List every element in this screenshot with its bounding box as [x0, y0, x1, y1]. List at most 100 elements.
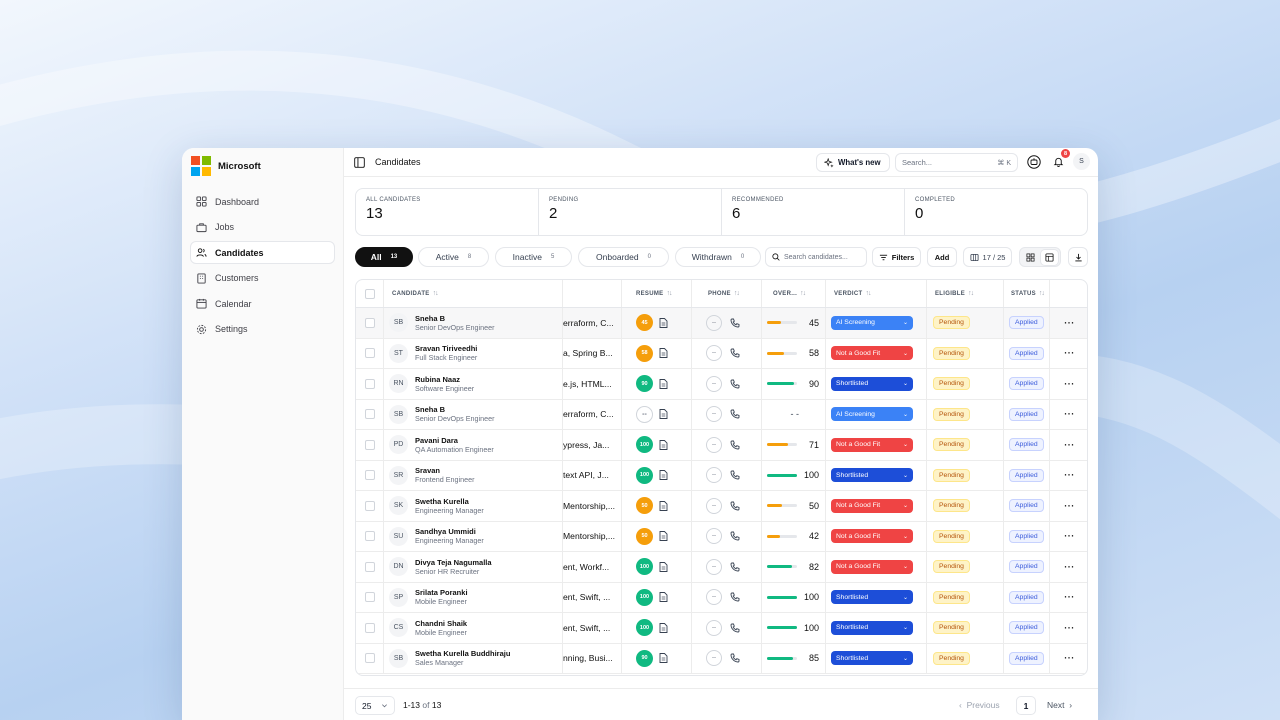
sidebar-item-dashboard[interactable]: Dashboard	[190, 190, 335, 213]
table-row[interactable]: SU Sandhya Ummidi Engineering Manager Men…	[356, 521, 1087, 552]
filters-button[interactable]: Filters	[872, 247, 921, 267]
candidate-cell[interactable]: DN Divya Teja Nagumalla Senior HR Recrui…	[384, 552, 562, 582]
more-actions-icon[interactable]: ···	[1064, 592, 1075, 602]
verdict-select[interactable]: Shortlisted ⌄	[831, 620, 913, 635]
row-checkbox[interactable]	[364, 531, 375, 542]
tab-all[interactable]: All 13	[355, 247, 413, 267]
candidate-search-input[interactable]: Search candidates...	[765, 247, 867, 267]
phone-icon[interactable]	[730, 470, 740, 480]
file-icon[interactable]	[659, 622, 668, 633]
more-actions-icon[interactable]: ···	[1064, 318, 1075, 328]
candidate-cell[interactable]: SB Sneha B Senior DevOps Engineer	[384, 400, 562, 430]
verdict-select[interactable]: Shortlisted ⌄	[831, 590, 913, 605]
sidebar-toggle-icon[interactable]	[354, 156, 365, 168]
more-actions-icon[interactable]: ···	[1064, 440, 1075, 450]
sidebar-item-settings[interactable]: Settings	[190, 318, 335, 341]
grid-view-button[interactable]	[1022, 250, 1039, 265]
file-icon[interactable]	[659, 531, 668, 542]
table-row[interactable]: SB Sneha B Senior DevOps Engineer errafor…	[356, 308, 1087, 339]
verdict-select[interactable]: AI Screening ⌄	[831, 407, 913, 422]
row-checkbox[interactable]	[364, 409, 375, 420]
verdict-select[interactable]: Shortlisted ⌄	[831, 376, 913, 391]
file-icon[interactable]	[659, 470, 668, 481]
sidebar-item-calendar[interactable]: Calendar	[190, 292, 335, 315]
more-actions-icon[interactable]: ···	[1064, 348, 1075, 358]
file-icon[interactable]	[659, 561, 668, 572]
sidebar-item-customers[interactable]: Customers	[190, 267, 335, 290]
row-checkbox[interactable]	[364, 378, 375, 389]
verdict-select[interactable]: AI Screening ⌄	[831, 315, 913, 330]
sidebar-item-jobs[interactable]: Jobs	[190, 216, 335, 239]
table-row[interactable]: DN Divya Teja Nagumalla Senior HR Recrui…	[356, 552, 1087, 583]
sidebar-item-candidates[interactable]: Candidates	[190, 241, 335, 264]
file-icon[interactable]	[659, 409, 668, 420]
candidate-cell[interactable]: SP Srilata Poranki Mobile Engineer	[384, 583, 562, 613]
row-checkbox[interactable]	[364, 317, 375, 328]
column-phone[interactable]: PHONE ↑↓	[692, 280, 762, 307]
phone-icon[interactable]	[730, 440, 740, 450]
candidate-cell[interactable]: SB Swetha Kurella Buddhiraju Sales Manag…	[384, 644, 562, 674]
user-avatar[interactable]: S	[1073, 153, 1090, 170]
tab-onboarded[interactable]: Onboarded 0	[578, 247, 669, 267]
table-row[interactable]: ST Sravan Tiriveedhi Full Stack Engineer…	[356, 338, 1087, 369]
row-checkbox[interactable]	[364, 561, 375, 572]
phone-icon[interactable]	[730, 501, 740, 511]
candidate-cell[interactable]: PD Pavani Dara QA Automation Engineer	[384, 430, 562, 460]
download-button[interactable]	[1068, 247, 1088, 267]
table-view-button[interactable]	[1041, 249, 1058, 265]
select-all-checkbox[interactable]	[364, 288, 375, 299]
phone-icon[interactable]	[730, 409, 740, 419]
verdict-select[interactable]: Not a Good Fit ⌄	[831, 529, 913, 544]
phone-icon[interactable]	[730, 531, 740, 541]
phone-icon[interactable]	[730, 379, 740, 389]
column-status[interactable]: STATUS ↑↓	[1004, 280, 1050, 307]
add-candidate-button[interactable]: Add	[927, 247, 957, 267]
more-actions-icon[interactable]: ···	[1064, 531, 1075, 541]
verdict-select[interactable]: Not a Good Fit ⌄	[831, 346, 913, 361]
verdict-select[interactable]: Not a Good Fit ⌄	[831, 437, 913, 452]
file-icon[interactable]	[659, 348, 668, 359]
verdict-select[interactable]: Not a Good Fit ⌄	[831, 498, 913, 513]
tab-withdrawn[interactable]: Withdrawn 0	[675, 247, 761, 267]
candidate-cell[interactable]: RN Rubina Naaz Software Engineer	[384, 369, 562, 399]
more-actions-icon[interactable]: ···	[1064, 623, 1075, 633]
previous-page-button[interactable]: ‹ Previous	[959, 700, 1000, 710]
verdict-select[interactable]: Not a Good Fit ⌄	[831, 559, 913, 574]
table-row[interactable]: RN Rubina Naaz Software Engineer e.js, HT…	[356, 369, 1087, 400]
column-overall[interactable]: OVER... ↑↓	[762, 280, 826, 307]
file-icon[interactable]	[659, 439, 668, 450]
table-row[interactable]: PD Pavani Dara QA Automation Engineer ypr…	[356, 430, 1087, 461]
phone-icon[interactable]	[730, 592, 740, 602]
tab-active[interactable]: Active 8	[418, 247, 489, 267]
row-checkbox[interactable]	[364, 653, 375, 664]
columns-button[interactable]: 17 / 25	[963, 247, 1012, 267]
current-page-button[interactable]: 1	[1016, 696, 1036, 715]
table-row[interactable]: SB Sneha B Senior DevOps Engineer errafor…	[356, 399, 1087, 430]
row-checkbox[interactable]	[364, 439, 375, 450]
next-page-button[interactable]: Next ›	[1047, 700, 1072, 710]
more-actions-icon[interactable]: ···	[1064, 409, 1075, 419]
global-search-input[interactable]: Search... ⌘ K	[895, 153, 1018, 172]
more-actions-icon[interactable]: ···	[1064, 379, 1075, 389]
notifications-button[interactable]: 8	[1050, 149, 1070, 170]
column-candidate[interactable]: CANDIDATE ↑↓	[384, 280, 562, 307]
phone-icon[interactable]	[730, 318, 740, 328]
whats-new-button[interactable]: What's new	[816, 153, 890, 172]
more-actions-icon[interactable]: ···	[1064, 501, 1075, 511]
phone-icon[interactable]	[730, 348, 740, 358]
row-checkbox[interactable]	[364, 500, 375, 511]
table-row[interactable]: SK Swetha Kurella Engineering Manager Men…	[356, 491, 1087, 522]
table-row[interactable]: SB Swetha Kurella Buddhiraju Sales Manag…	[356, 643, 1087, 674]
assistant-button[interactable]	[1025, 153, 1042, 170]
more-actions-icon[interactable]: ···	[1064, 470, 1075, 480]
candidate-cell[interactable]: SB Sneha B Senior DevOps Engineer	[384, 308, 562, 338]
phone-icon[interactable]	[730, 623, 740, 633]
file-icon[interactable]	[659, 592, 668, 603]
page-size-select[interactable]: 25	[355, 696, 395, 715]
candidate-cell[interactable]: SU Sandhya Ummidi Engineering Manager	[384, 522, 562, 552]
row-checkbox[interactable]	[364, 348, 375, 359]
candidate-cell[interactable]: CS Chandni Shaik Mobile Engineer	[384, 613, 562, 643]
file-icon[interactable]	[659, 317, 668, 328]
column-eligible[interactable]: ELIGIBLE ↑↓	[927, 280, 1004, 307]
tab-inactive[interactable]: Inactive 5	[495, 247, 572, 267]
